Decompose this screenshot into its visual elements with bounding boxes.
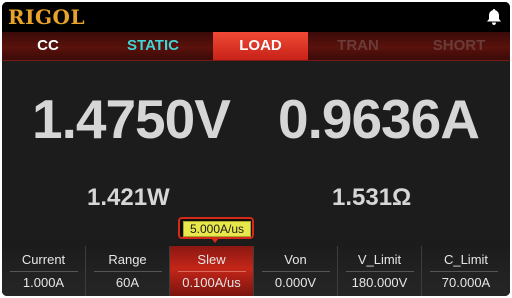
tab-cc-mode[interactable]: CC <box>2 32 94 60</box>
resistance-readout: 1.531Ω <box>332 184 412 211</box>
softkey-c-limit[interactable]: C_Limit 70.000A <box>422 246 510 296</box>
softkey-label: Von <box>284 252 307 267</box>
softkey-divider <box>430 271 498 272</box>
softkey-divider <box>10 271 78 272</box>
tab-load[interactable]: LOAD <box>213 32 308 60</box>
softkey-label: V_Limit <box>357 252 402 267</box>
title-bar: RIGOL <box>2 2 510 32</box>
softkey-label: Slew <box>197 252 226 267</box>
instrument-screen: RIGOL CC STATIC LOAD TRAN SHORT 1.4750V … <box>2 2 510 296</box>
softkey-value: 0.100A/us <box>182 275 241 290</box>
tab-static[interactable]: STATIC <box>94 32 212 60</box>
current-readout: 0.9636A <box>278 88 480 150</box>
softkey-label: C_Limit <box>443 252 489 267</box>
softkey-divider <box>178 271 246 272</box>
softkey-current[interactable]: Current 1.000A <box>2 246 86 296</box>
softkey-value: 180.000V <box>351 275 408 290</box>
tab-short[interactable]: SHORT <box>408 32 510 60</box>
softkey-bar: Current 1.000A Range 60A Slew 0.100A/us … <box>2 246 510 296</box>
softkey-divider <box>262 271 330 272</box>
popup-pointer-icon <box>211 238 219 243</box>
brand-logo: RIGOL <box>8 5 86 29</box>
softkey-v-limit[interactable]: V_Limit 180.000V <box>338 246 422 296</box>
tab-tran[interactable]: TRAN <box>308 32 408 60</box>
softkey-value: 1.000A <box>22 275 65 290</box>
softkey-label: Range <box>108 252 147 267</box>
slew-edit-value[interactable]: 5.000A/us <box>183 221 251 237</box>
slew-edit-popup[interactable]: 5.000A/us <box>178 217 254 239</box>
voltage-readout: 1.4750V <box>32 88 231 150</box>
softkey-value: 70.000A <box>441 275 491 290</box>
measurement-display: 1.4750V 0.9636A 1.421W 1.531Ω 5.000A/us <box>2 61 510 245</box>
mode-tab-bar: CC STATIC LOAD TRAN SHORT <box>2 32 510 61</box>
bell-icon[interactable] <box>486 8 502 26</box>
softkey-von[interactable]: Von 0.000V <box>254 246 338 296</box>
power-readout: 1.421W <box>87 184 170 211</box>
softkey-value: 0.000V <box>274 275 317 290</box>
softkey-range[interactable]: Range 60A <box>86 246 170 296</box>
softkey-value: 60A <box>115 275 140 290</box>
softkey-divider <box>346 271 414 272</box>
softkey-label: Current <box>21 252 66 267</box>
softkey-divider <box>94 271 162 272</box>
softkey-slew[interactable]: Slew 0.100A/us <box>170 246 254 296</box>
